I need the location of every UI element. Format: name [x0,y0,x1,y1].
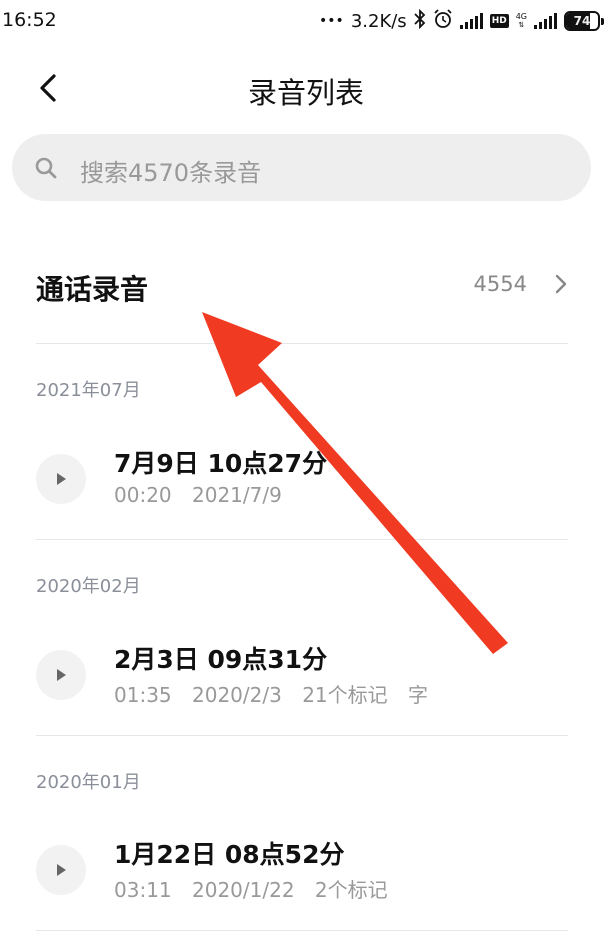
signal-icon [459,13,483,29]
network-type-icon: 4G ⇅ [515,12,527,30]
recording-meta: 03:11 2020/1/22 2个标记 [114,874,402,903]
recording-marks: 2个标记 [314,878,388,902]
recording-duration: 01:35 [114,683,172,707]
recording-title: 2月3日 09点31分 [114,645,328,674]
recording-date: 2020/2/3 [192,683,282,707]
status-icons: ••• 3.2K/s HD 4G ⇅ 74 [319,8,604,34]
recording-duration: 03:11 [114,878,172,902]
hd-icon: HD [489,14,509,28]
chevron-right-icon [555,274,567,294]
play-button[interactable] [36,845,86,895]
play-button[interactable] [36,650,86,700]
recording-title: 7月9日 10点27分 [114,449,328,478]
more-dots-icon: ••• [319,13,344,29]
recording-extra: 字 [408,683,428,707]
search-placeholder: 搜索4570条录音 [80,159,262,187]
month-header: 2020年02月 [36,576,141,597]
divider [36,735,568,736]
recording-item[interactable]: 1月22日 08点52分 03:11 2020/1/22 2个标记 [36,821,576,921]
recording-item[interactable]: 2月3日 09点31分 01:35 2020/2/3 21个标记 字 [36,626,576,726]
recording-title: 1月22日 08点52分 [114,840,345,869]
status-time: 16:52 [2,9,57,31]
month-header: 2021年07月 [36,380,141,401]
status-bar: 16:52 ••• 3.2K/s HD 4G ⇅ 74 [0,0,612,42]
bluetooth-icon [414,8,426,34]
call-recordings-label: 通话录音 [36,273,149,306]
play-icon [57,669,66,681]
recording-item[interactable]: 7月9日 10点27分 00:20 2021/7/9 [36,430,576,530]
call-recordings-count: 4554 [473,272,527,296]
recording-duration: 00:20 [114,483,172,507]
battery-icon: 74 [564,11,604,31]
app-header: 录音列表 [0,56,612,122]
page-title: 录音列表 [247,76,364,110]
divider [36,343,568,344]
month-header: 2020年01月 [36,772,141,793]
battery-level: 74 [573,14,591,28]
search-icon [35,157,57,179]
play-button[interactable] [36,454,86,504]
play-icon [57,864,66,876]
network-type-label: 4G [515,12,527,21]
recording-marks: 21个标记 [302,683,388,707]
call-recordings-row[interactable]: 通话录音 4554 [36,250,571,320]
alarm-icon [433,8,453,34]
divider [36,539,568,540]
recording-date: 2021/7/9 [192,483,282,507]
divider [36,930,568,931]
signal-icon-2 [534,13,557,29]
network-speed: 3.2K/s [350,10,407,32]
play-icon [57,473,66,485]
recording-meta: 01:35 2020/2/3 21个标记 字 [114,679,442,708]
recording-date: 2020/1/22 [192,878,295,902]
search-input[interactable]: 搜索4570条录音 [12,134,591,201]
recording-meta: 00:20 2021/7/9 [114,483,296,507]
